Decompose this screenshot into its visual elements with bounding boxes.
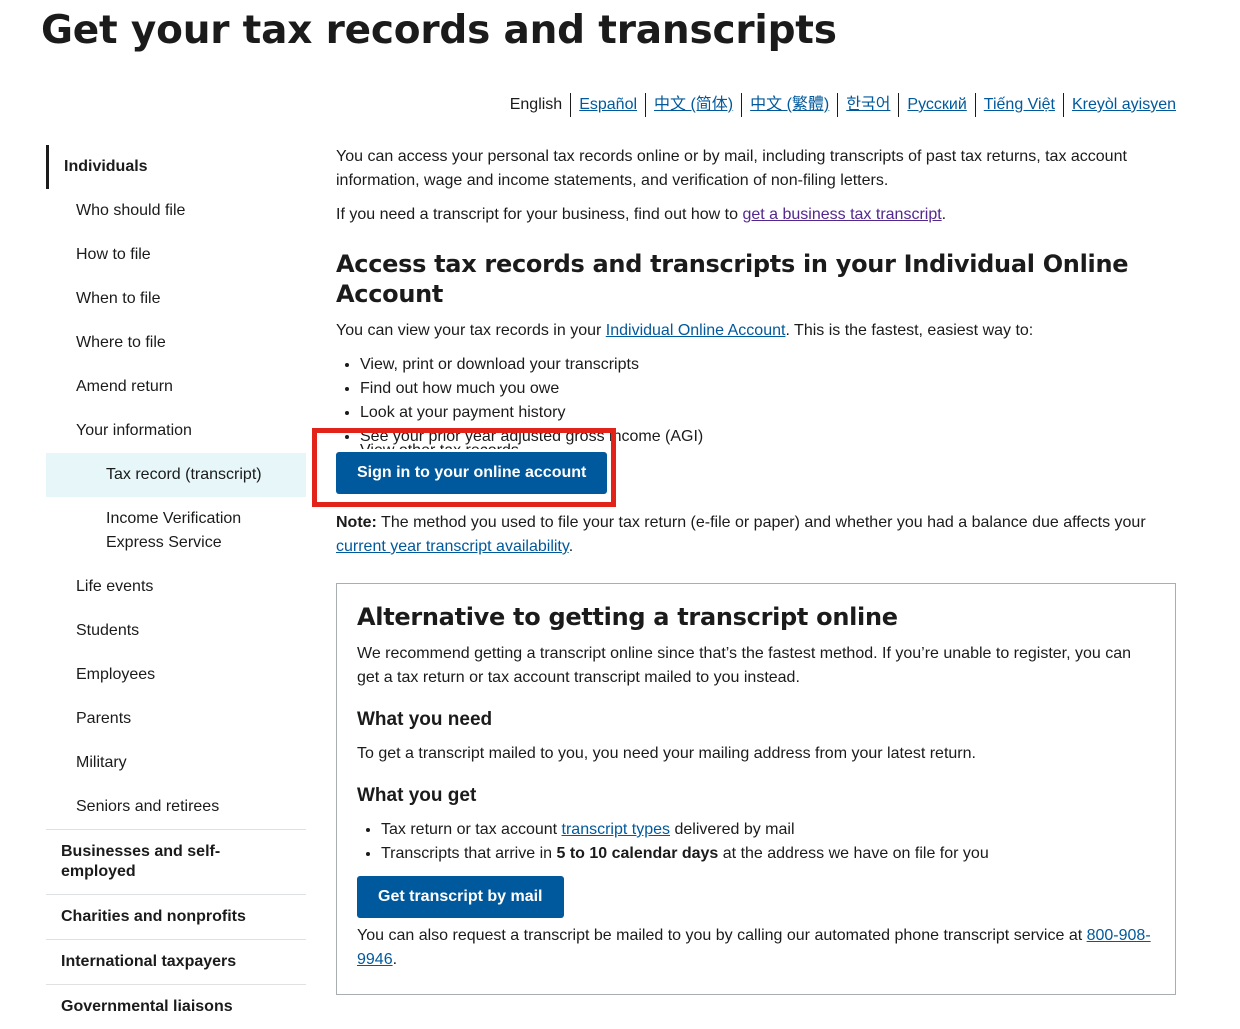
list-item: Look at your payment history: [360, 401, 1176, 425]
sidebar-item-life-events[interactable]: Life events: [46, 565, 306, 609]
alternative-heading: Alternative to getting a transcript onli…: [357, 603, 898, 631]
sidebar-section-international[interactable]: International taxpayers: [46, 939, 306, 984]
online-text: You can view your tax records in your: [336, 322, 606, 339]
note-label: Note:: [336, 514, 377, 531]
sidebar-item-who-should-file[interactable]: Who should file: [46, 189, 306, 233]
sidebar-item-how-to-file[interactable]: How to file: [46, 233, 306, 277]
phone-paragraph: You can also request a transcript be mai…: [357, 924, 1155, 972]
what-you-need-text: To get a transcript mailed to you, you n…: [357, 745, 976, 762]
get-item2-bold: 5 to 10 calendar days: [556, 845, 719, 862]
transcript-types-link[interactable]: transcript types: [562, 821, 670, 838]
business-paragraph: If you need a transcript for your busine…: [336, 203, 1176, 227]
individual-online-account-link[interactable]: Individual Online Account: [606, 322, 786, 339]
list-item: Find out how much you owe: [360, 377, 1176, 401]
phone-suffix: .: [392, 951, 398, 968]
alternative-box: Alternative to getting a transcript onli…: [336, 583, 1176, 995]
note-paragraph: Note: The method you used to file your t…: [336, 511, 1176, 559]
sidebar-item-when-to-file[interactable]: When to file: [46, 277, 306, 321]
sidebar-item-your-information[interactable]: Your information: [46, 409, 306, 453]
page-title: Get your tax records and transcripts: [41, 8, 837, 53]
sidebar-item-tax-record[interactable]: Tax record (transcript): [46, 453, 306, 497]
sidebar-section-governmental[interactable]: Governmental liaisons: [46, 984, 306, 1029]
sidebar-item-students[interactable]: Students: [46, 609, 306, 653]
main-content: You can access your personal tax records…: [336, 145, 1176, 995]
sidebar-item-parents[interactable]: Parents: [46, 697, 306, 741]
sign-in-button[interactable]: Sign in to your online account: [336, 452, 608, 494]
language-selector: English Español 中文 (简体) 中文 (繁體) 한국어 Русс…: [502, 93, 1176, 117]
lang-spanish[interactable]: Español: [570, 93, 645, 117]
get-item2-suffix: at the address we have on file for you: [718, 845, 989, 862]
sidebar-nav: Individuals Who should file How to file …: [46, 145, 306, 1029]
transcript-availability-link[interactable]: current year transcript availability: [336, 538, 569, 555]
sidebar-item-amend-return[interactable]: Amend return: [46, 365, 306, 409]
sign-in-button-wrap: View other tax records Sign in to your o…: [336, 442, 1176, 511]
sidebar-item-seniors[interactable]: Seniors and retirees: [46, 785, 306, 829]
list-item: Tax return or tax account transcript typ…: [381, 818, 1155, 842]
note-text: The method you used to file your tax ret…: [376, 514, 1146, 531]
lang-russian[interactable]: Русский: [898, 93, 974, 117]
get-item1-suffix: delivered by mail: [670, 821, 795, 838]
lang-chinese-traditional[interactable]: 中文 (繁體): [741, 93, 837, 117]
note-suffix: .: [568, 538, 574, 555]
sidebar-section-charities[interactable]: Charities and nonprofits: [46, 894, 306, 939]
what-you-get-list: Tax return or tax account transcript typ…: [357, 818, 1155, 866]
list-item-hidden: View other tax records: [360, 439, 519, 449]
get-item1-text: Tax return or tax account: [381, 821, 562, 838]
lang-english: English: [509, 96, 563, 113]
what-you-get-heading: What you get: [357, 785, 477, 806]
lang-haitian-creole[interactable]: Kreyòl ayisyen: [1062, 93, 1176, 117]
lang-chinese-simplified[interactable]: 中文 (简体): [645, 93, 741, 117]
intro-paragraph: You can access your personal tax records…: [336, 148, 1127, 189]
alternative-intro: We recommend getting a transcript online…: [357, 645, 1132, 686]
business-suffix: .: [941, 206, 947, 223]
list-item: Transcripts that arrive in 5 to 10 calen…: [381, 842, 1155, 866]
business-text: If you need a transcript for your busine…: [336, 206, 743, 223]
sidebar-item-where-to-file[interactable]: Where to file: [46, 321, 306, 365]
lang-vietnamese[interactable]: Tiếng Việt: [974, 93, 1063, 117]
online-suffix: . This is the fastest, easiest way to:: [785, 322, 1034, 339]
list-item: View, print or download your transcripts: [360, 353, 1176, 377]
sidebar-item-income-verification[interactable]: Income Verification Express Service: [46, 497, 306, 565]
online-benefits-list: View, print or download your transcripts…: [336, 353, 1176, 449]
online-account-paragraph: You can view your tax records in your In…: [336, 319, 1176, 343]
what-you-need-heading: What you need: [357, 709, 493, 730]
business-transcript-link[interactable]: get a business tax transcript: [742, 206, 941, 223]
get-item2-text: Transcripts that arrive in: [381, 845, 557, 862]
lang-korean[interactable]: 한국어: [837, 93, 898, 117]
sidebar-heading-individuals[interactable]: Individuals: [46, 145, 306, 189]
sidebar-item-military[interactable]: Military: [46, 741, 306, 785]
online-account-heading: Access tax records and transcripts in yo…: [336, 250, 1129, 308]
sidebar-section-businesses[interactable]: Businesses and self-employed: [46, 829, 306, 894]
phone-text: You can also request a transcript be mai…: [357, 927, 1087, 944]
sidebar-item-employees[interactable]: Employees: [46, 653, 306, 697]
get-transcript-by-mail-button[interactable]: Get transcript by mail: [357, 876, 564, 918]
